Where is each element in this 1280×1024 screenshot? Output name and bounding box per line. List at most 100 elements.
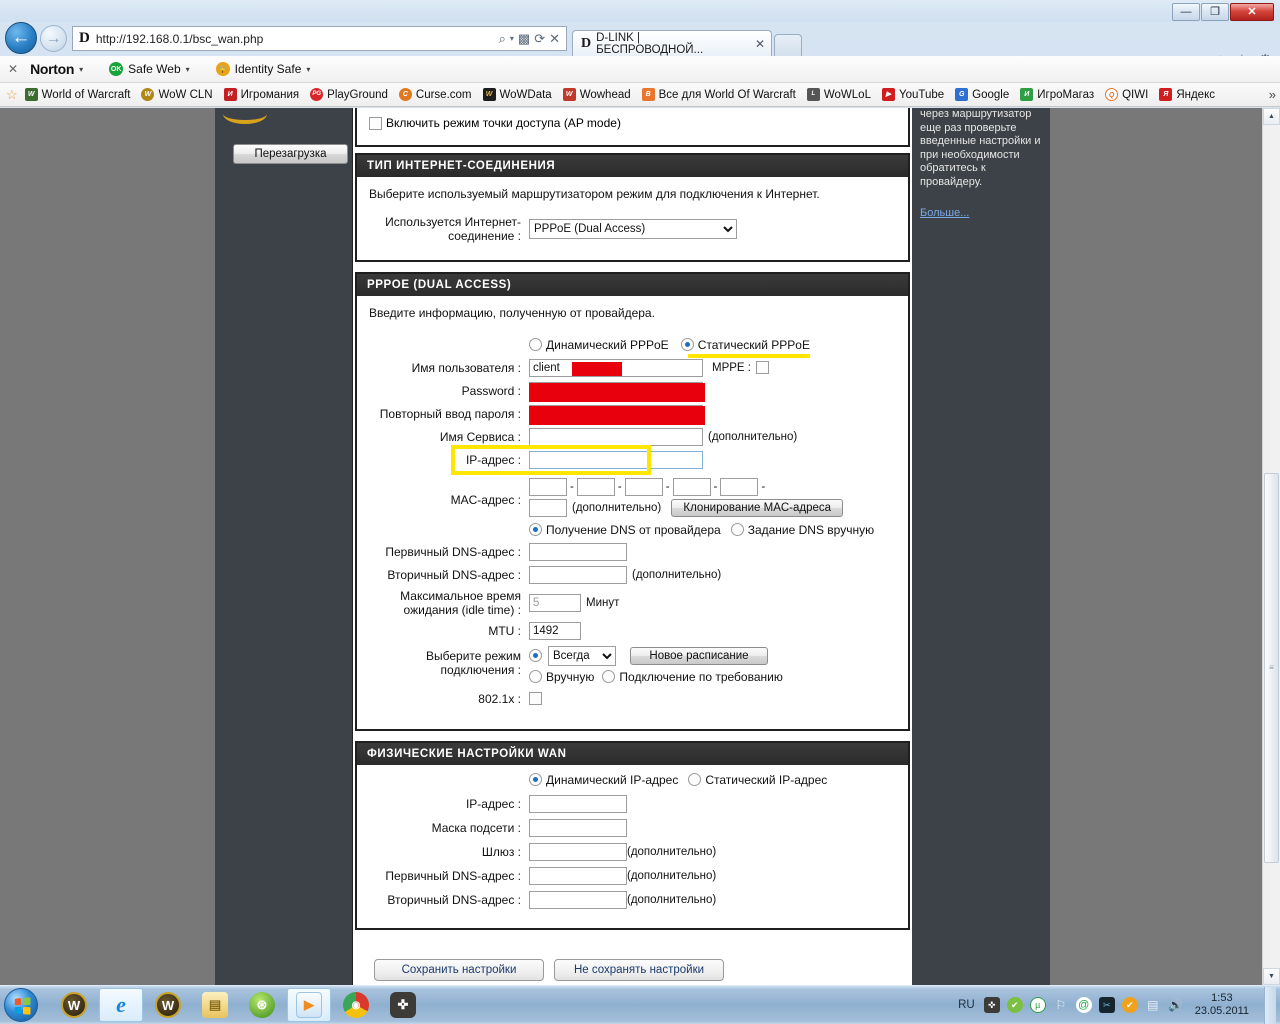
mac-clone-button[interactable]: Клонирование MAC-адреса — [671, 498, 844, 517]
mac-octet-4[interactable] — [672, 477, 711, 496]
forward-icon[interactable]: → — [40, 25, 67, 52]
wan-gateway-input[interactable] — [529, 842, 627, 861]
conn-mode-manual-option[interactable]: Вручную — [529, 670, 594, 684]
show-desktop-button[interactable] — [1264, 986, 1276, 1024]
wan-mask-input[interactable] — [529, 818, 627, 837]
back-icon[interactable]: ← — [5, 22, 37, 54]
bookmark-youtube[interactable]: ▶ YouTube — [881, 88, 944, 101]
bookmark-yandex[interactable]: Я Яндекс — [1159, 88, 1215, 101]
taskbar-item-wow-1[interactable]: W — [52, 988, 96, 1022]
refresh-icon[interactable]: ⟳ — [534, 31, 545, 47]
scroll-down-icon[interactable]: ▼ — [1263, 968, 1280, 985]
tab-dlink[interactable]: D D-LINK | БЕСПРОВОДНОЙ... ✕ — [572, 30, 772, 56]
network-tray-icon[interactable]: ▤ — [1145, 997, 1161, 1013]
taskbar-item-steam[interactable]: ✜ — [381, 988, 425, 1022]
start-button[interactable] — [4, 988, 38, 1022]
pppoe-dns-secondary-input[interactable] — [529, 565, 627, 584]
mac-octet-5[interactable] — [720, 477, 759, 496]
norton-safe-web-menu[interactable]: OK Safe Web ▾ — [109, 62, 190, 76]
wan-static-option[interactable]: Статический IP-адрес — [688, 773, 827, 787]
bookmark-curse[interactable]: C Curse.com — [398, 88, 472, 101]
chevron-down-icon[interactable]: ▾ — [510, 34, 514, 43]
scrollbar-thumb[interactable]: ≡ — [1264, 473, 1279, 863]
conn-mode-on-demand-radio[interactable] — [602, 670, 616, 683]
dns-auto-radio[interactable] — [529, 523, 542, 536]
help-more-link[interactable]: Больше... — [920, 207, 969, 221]
wan-dynamic-radio[interactable] — [529, 773, 542, 786]
ap-mode-checkbox[interactable] — [369, 116, 382, 130]
wan-dynamic-option[interactable]: Динамический IP-адрес — [529, 773, 678, 787]
flag-tray-icon[interactable]: ⚐ — [1053, 997, 1069, 1013]
pppoe-service-name-input[interactable] — [529, 427, 703, 446]
language-indicator[interactable]: RU — [958, 999, 975, 1011]
mppe-checkbox[interactable] — [755, 361, 769, 374]
tab-close-icon[interactable]: ✕ — [755, 37, 765, 51]
norton-close-icon[interactable]: ✕ — [8, 62, 18, 76]
sync-tray-icon[interactable]: ✔ — [1121, 997, 1138, 1013]
bookmark-wowlol[interactable]: L WoWLoL — [806, 88, 871, 101]
pppoe-static-option[interactable]: Статический PPPoE — [680, 338, 810, 352]
mac-octet-1[interactable] — [529, 477, 567, 496]
punto-tray-icon[interactable]: ✂ — [1098, 997, 1115, 1013]
compatibility-view-icon[interactable]: ▩ — [518, 31, 530, 47]
stop-icon[interactable]: ✕ — [549, 31, 560, 47]
pppoe-dynamic-option[interactable]: Динамический PPPoE — [529, 338, 669, 352]
bookmark-qiwi[interactable]: Q QIWI — [1105, 88, 1148, 101]
volume-tray-icon[interactable]: 🔊 — [1168, 997, 1184, 1013]
norton-brand-menu[interactable]: Norton ▾ — [30, 61, 83, 77]
clock[interactable]: 1:53 23.05.2011 — [1191, 992, 1253, 1018]
conn-mode-always-select[interactable]: Всегда — [548, 645, 616, 666]
pppoe-dns-primary-input[interactable] — [529, 542, 627, 561]
bookmarks-overflow-icon[interactable]: » — [1269, 87, 1276, 102]
bookmark-wow-cln[interactable]: W WoW CLN — [141, 88, 213, 101]
pppoe-dynamic-radio[interactable] — [529, 338, 542, 351]
taskbar-item-chrome[interactable]: ◉ — [334, 988, 378, 1022]
mac-octet-6[interactable] — [529, 498, 567, 517]
norton-identity-safe-menu[interactable]: 🔒 Identity Safe ▾ — [215, 62, 310, 76]
wan-ip-input[interactable] — [529, 794, 627, 813]
wan-dns-primary-input[interactable] — [529, 866, 627, 885]
bookmark-google[interactable]: G Google — [955, 88, 1009, 101]
steam-tray-icon[interactable]: ✜ — [983, 997, 1000, 1013]
mac-octet-2[interactable] — [576, 477, 615, 496]
ap-mode-option[interactable]: Включить режим точки доступа (AP mode) — [369, 116, 621, 130]
discard-settings-button[interactable]: Не сохранять настройки — [554, 959, 724, 981]
utorrent-tray-icon[interactable]: µ — [1029, 997, 1046, 1013]
conn-mode-manual-radio[interactable] — [529, 670, 542, 683]
close-button[interactable]: ✕ — [1230, 3, 1274, 21]
pppoe-idle-input[interactable] — [529, 593, 581, 612]
opera-tray-icon[interactable]: @ — [1075, 997, 1092, 1013]
connection-type-select[interactable]: PPPoE (Dual Access) — [529, 218, 737, 239]
restore-button[interactable]: ❐ — [1201, 3, 1229, 21]
reboot-button[interactable]: Перезагрузка — [233, 144, 348, 164]
dns-manual-option[interactable]: Задание DNS вручную — [730, 523, 874, 537]
taskbar-item-internet-explorer[interactable]: e — [99, 988, 143, 1022]
mac-octet-3[interactable] — [624, 477, 663, 496]
favorites-star-icon[interactable]: ☆ — [6, 87, 18, 103]
bookmark-igromagaz[interactable]: И ИгроМагаз — [1020, 88, 1094, 101]
conn-mode-always-radio[interactable] — [529, 649, 542, 662]
dot1x-checkbox[interactable] — [529, 692, 542, 705]
wan-static-radio[interactable] — [688, 773, 702, 786]
conn-mode-on-demand-option[interactable]: Подключение по требованию — [602, 670, 783, 684]
address-bar[interactable]: D http://192.168.0.1/bsc_wan.php ⌕ ▾ ▩ ⟳… — [72, 26, 567, 51]
antivirus-tray-icon[interactable]: ✔ — [1006, 997, 1023, 1013]
taskbar-item-wow-2[interactable]: W — [146, 988, 190, 1022]
new-tab-button[interactable] — [774, 34, 802, 56]
save-settings-button[interactable]: Сохранить настройки — [374, 959, 544, 981]
dns-auto-option[interactable]: Получение DNS от провайдера — [529, 523, 721, 537]
scroll-up-icon[interactable]: ▲ — [1263, 108, 1280, 125]
taskbar-item-utorrent[interactable]: ⊛ — [240, 988, 284, 1022]
taskbar-item-media-player[interactable]: ▶ — [287, 988, 331, 1022]
taskbar-item-explorer[interactable]: ▤ — [193, 988, 237, 1022]
pppoe-mtu-input[interactable] — [529, 621, 581, 640]
bookmark-vse-dlya-wow[interactable]: B Все для World Of Warcraft — [641, 88, 796, 101]
bookmark-wowdata[interactable]: W WoWData — [482, 88, 552, 101]
bookmark-playground[interactable]: PG PlayGround — [310, 88, 388, 101]
pppoe-static-radio[interactable] — [680, 338, 694, 351]
wan-dns-secondary-input[interactable] — [529, 890, 627, 909]
minimize-button[interactable]: — — [1172, 3, 1200, 21]
bookmark-wowhead[interactable]: W Wowhead — [562, 88, 631, 101]
new-schedule-button[interactable]: Новое расписание — [630, 646, 768, 665]
search-icon[interactable]: ⌕ — [499, 31, 506, 47]
